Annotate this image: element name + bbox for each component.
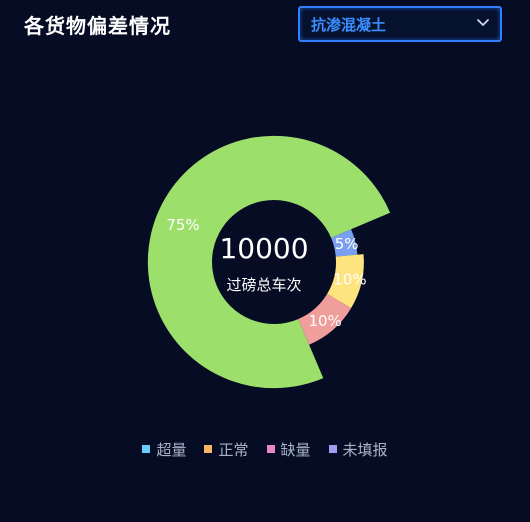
legend-label: 缺量 bbox=[280, 441, 311, 459]
chart-legend: 超量 正常 缺量 未填报 bbox=[0, 438, 530, 462]
legend-item-short[interactable]: 缺量 bbox=[266, 438, 311, 462]
legend-label: 正常 bbox=[218, 441, 249, 459]
slice-data-label: 10% bbox=[333, 271, 366, 289]
legend-item-unfilled[interactable]: 未填报 bbox=[328, 438, 388, 462]
legend-label: 未填报 bbox=[342, 441, 388, 459]
deviation-panel: 各货物偏差情况 抗渗混凝土 5% 10% 10% 75% 10000 过磅总车次 超量… bbox=[0, 0, 530, 522]
legend-label: 超量 bbox=[156, 441, 187, 459]
center-label: 过磅总车次 bbox=[226, 276, 301, 294]
slice-data-label: 75% bbox=[166, 216, 199, 234]
center-total: 10000 bbox=[219, 232, 308, 265]
legend-swatch bbox=[204, 444, 213, 453]
legend-swatch bbox=[142, 444, 151, 453]
legend-swatch bbox=[266, 444, 275, 453]
legend-swatch bbox=[328, 444, 337, 453]
slice-data-label: 5% bbox=[335, 235, 359, 253]
legend-item-normal[interactable]: 正常 bbox=[204, 438, 249, 462]
legend-item-over[interactable]: 超量 bbox=[142, 438, 186, 462]
slice-data-label: 10% bbox=[308, 312, 341, 330]
